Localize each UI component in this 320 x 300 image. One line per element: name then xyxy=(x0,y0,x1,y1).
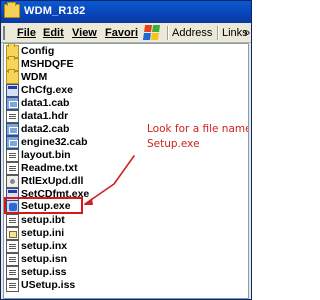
annotation-line-1: Look for a file named xyxy=(147,123,249,135)
file-list[interactable]: Config MSHDQFE WDM ChCfg.exe data1.cab d… xyxy=(3,43,249,299)
chevron-more-icon[interactable]: » xyxy=(244,25,250,41)
title-bar[interactable]: WDM_R182 xyxy=(1,1,251,23)
menu-edit[interactable]: Edit xyxy=(43,25,64,41)
toolbar-grip[interactable] xyxy=(3,26,11,40)
menu-edit-label: Edit xyxy=(43,27,64,39)
address-bar-label[interactable]: Address xyxy=(172,25,212,41)
annotation-text: Look for a file named Setup.exe xyxy=(147,122,249,152)
folder-icon xyxy=(4,2,20,18)
windows-logo-icon xyxy=(142,25,162,40)
file-name: USetup.iss xyxy=(21,279,76,291)
annotation-line-2: Setup.exe xyxy=(147,138,200,150)
menu-file[interactable]: File xyxy=(17,25,36,41)
menu-favorites-label: Favori xyxy=(105,27,139,39)
highlight-box xyxy=(4,197,83,214)
menu-separator xyxy=(167,26,169,40)
menu-view-label: View xyxy=(72,27,97,39)
explorer-window: WDM_R182 File Edit View Favori Address L… xyxy=(0,0,252,300)
doc-icon xyxy=(6,279,19,292)
window-title: WDM_R182 xyxy=(24,5,86,17)
menu-separator xyxy=(217,26,219,40)
list-item[interactable]: USetup.iss xyxy=(4,278,204,293)
menu-file-label: File xyxy=(17,27,36,39)
menu-favorites[interactable]: Favori xyxy=(105,25,138,41)
menu-bar: File Edit View Favori Address Links » xyxy=(1,23,251,43)
menu-view[interactable]: View xyxy=(72,25,97,41)
